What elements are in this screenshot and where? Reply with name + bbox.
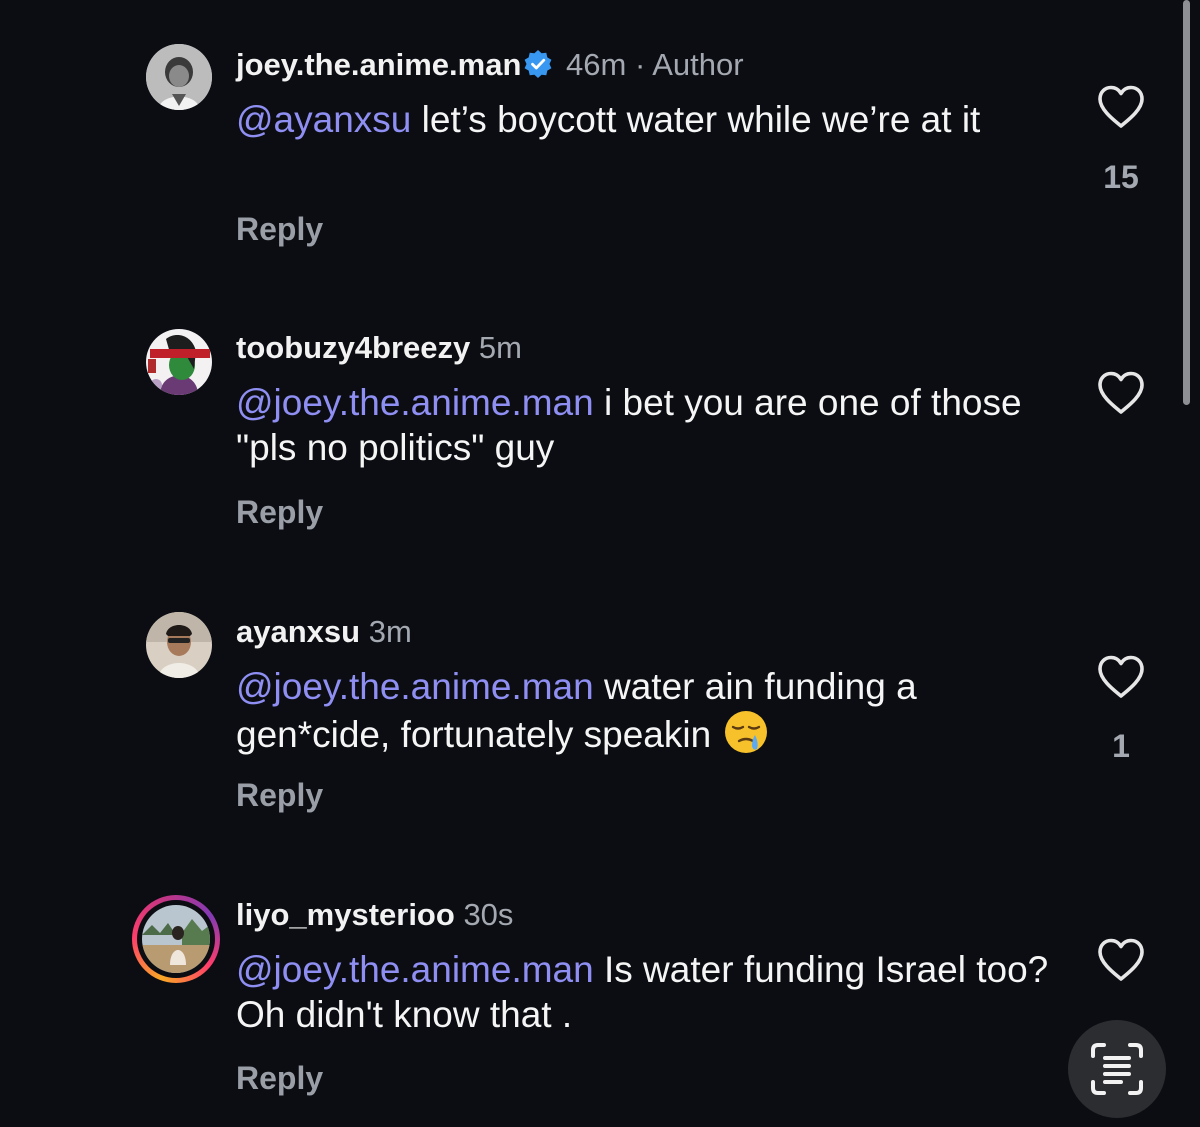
timestamp: 3m xyxy=(368,614,412,649)
like-count: 1 xyxy=(1112,728,1130,764)
timestamp: 46m xyxy=(566,47,627,82)
avatar[interactable] xyxy=(146,44,212,110)
mention-link[interactable]: @joey.the.anime.man xyxy=(236,666,594,707)
scrollbar[interactable] xyxy=(1183,0,1190,405)
avatar xyxy=(142,905,210,973)
username[interactable]: toobuzy4breezy xyxy=(236,330,470,365)
timestamp: 30s xyxy=(463,897,514,932)
avatar[interactable] xyxy=(146,329,212,395)
comment-header: joey.the.anime.man 46m · Author xyxy=(236,45,744,85)
reply-button[interactable]: Reply xyxy=(236,775,323,815)
reply-button[interactable]: Reply xyxy=(236,1058,323,1098)
comment-text: @ayanxsu let’s boycott water while we’re… xyxy=(236,97,1056,142)
heart-outline-icon[interactable] xyxy=(1096,370,1146,416)
mention-link[interactable]: @ayanxsu xyxy=(236,99,411,140)
comment-text: @joey.the.anime.man Is water funding Isr… xyxy=(236,947,1056,1037)
author-badge: Author xyxy=(652,47,744,82)
live-text-button[interactable] xyxy=(1068,1020,1166,1118)
comment-body: let’s boycott water while we’re at it xyxy=(411,99,981,140)
verified-badge-icon xyxy=(525,50,552,78)
separator: · xyxy=(634,47,646,82)
reply-button[interactable]: Reply xyxy=(236,209,323,249)
story-ring[interactable] xyxy=(132,895,220,983)
heart-outline-icon[interactable] xyxy=(1096,654,1146,700)
sleepy-face-emoji xyxy=(725,711,768,753)
text-scan-icon xyxy=(1091,1043,1143,1095)
timestamp: 5m xyxy=(478,330,522,365)
like-count: 15 xyxy=(1103,159,1139,195)
comment-text: @joey.the.anime.man water ain funding a … xyxy=(236,664,1056,757)
comment-header: ayanxsu 3m xyxy=(236,612,412,652)
comment-header: toobuzy4breezy 5m xyxy=(236,328,522,368)
username[interactable]: joey.the.anime.man xyxy=(236,47,521,82)
comment-header: liyo_mysterioo 30s xyxy=(236,895,513,935)
mention-link[interactable]: @joey.the.anime.man xyxy=(236,382,594,423)
heart-outline-icon[interactable] xyxy=(1096,937,1146,983)
avatar[interactable] xyxy=(146,612,212,678)
comment-text: @joey.the.anime.man i bet you are one of… xyxy=(236,380,1056,470)
username[interactable]: liyo_mysterioo xyxy=(236,897,455,932)
mention-link[interactable]: @joey.the.anime.man xyxy=(236,949,594,990)
username[interactable]: ayanxsu xyxy=(236,614,360,649)
heart-outline-icon[interactable] xyxy=(1096,84,1146,130)
reply-button[interactable]: Reply xyxy=(236,492,323,532)
